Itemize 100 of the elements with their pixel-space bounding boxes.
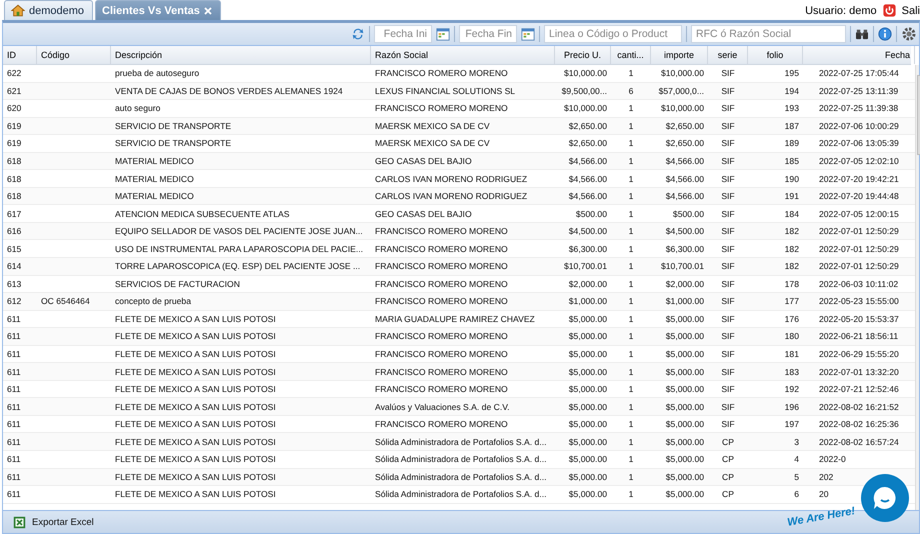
date-cell: 2022-05-20 15:53:37 <box>819 314 899 324</box>
column-header[interactable]: Fecha <box>803 46 915 64</box>
start-date-field[interactable]: Fecha Ini <box>374 25 432 43</box>
description-cell: ATENCION MEDICA SUBSECUENTE ATLAS <box>115 208 290 219</box>
power-icon[interactable] <box>882 4 896 17</box>
description-cell: auto seguro <box>115 103 160 114</box>
amount-cell: $2,000.00 <box>666 278 704 289</box>
amount-cell: $5,000.00 <box>666 314 704 324</box>
info-icon[interactable] <box>878 27 892 41</box>
id-cell: 615 <box>7 244 22 254</box>
quantity-cell: 1 <box>628 103 634 114</box>
folio-cell: 182 <box>784 261 799 272</box>
series-cell: SIF <box>721 349 735 360</box>
folio-cell: 181 <box>784 349 799 360</box>
export-excel-button[interactable]: Exportar Excel <box>9 514 98 530</box>
settings-icon[interactable] <box>901 26 917 42</box>
company-cell: FRANCISCO ROMERO MORENO <box>375 261 508 272</box>
price-cell: $5,000.00 <box>568 331 607 342</box>
column-header[interactable]: ID <box>3 46 37 64</box>
quantity-cell: 1 <box>628 489 634 500</box>
company-cell: GEO CASAS DEL BAJIO <box>375 208 472 219</box>
price-cell: $5,000.00 <box>568 489 607 500</box>
price-cell: $2,650.00 <box>568 120 607 131</box>
folio-cell: 195 <box>784 68 799 78</box>
date-cell: 2022-06-21 18:56:11 <box>819 331 898 342</box>
company-cell: FRANCISCO ROMERO MORENO <box>375 244 508 254</box>
amount-cell: $5,000.00 <box>666 366 704 377</box>
description-cell: SERVICIO DE TRANSPORTE <box>115 120 232 131</box>
logout-link[interactable]: Sali <box>902 4 920 16</box>
series-cell: SIF <box>721 278 735 289</box>
series-cell: SIF <box>721 261 735 272</box>
price-cell: $4,566.00 <box>568 156 607 166</box>
series-cell: SIF <box>721 138 735 148</box>
quantity-cell: 1 <box>628 191 634 202</box>
date-cell: 2022-07-25 17:05:44 <box>819 68 899 78</box>
price-cell: $5,000.00 <box>568 349 607 360</box>
date-cell: 2022-07-01 12:50:29 <box>819 261 899 272</box>
series-cell: SIF <box>721 156 735 166</box>
folio-cell: 4 <box>794 454 799 464</box>
product-search-field[interactable]: Linea o Código o Product <box>544 25 682 43</box>
refresh-icon[interactable] <box>351 27 365 41</box>
folio-cell: 194 <box>784 86 799 96</box>
series-cell: SIF <box>721 174 735 184</box>
column-header[interactable]: canti... <box>611 46 651 64</box>
scrollbar[interactable] <box>915 65 919 510</box>
quantity-cell: 1 <box>628 296 634 306</box>
description-cell: prueba de autoseguro <box>115 68 200 78</box>
folio-cell: 182 <box>784 244 799 254</box>
description-cell: FLETE DE MEXICO A SAN LUIS POTOSI <box>115 454 276 464</box>
column-header[interactable]: folio <box>748 46 803 64</box>
price-cell: $5,000.00 <box>568 402 607 412</box>
amount-cell: $4,500.00 <box>666 226 704 236</box>
tab[interactable]: demodemo <box>4 0 94 20</box>
date-cell: 2022-08-02 16:21:52 <box>819 402 899 412</box>
id-cell: 611 <box>7 489 21 500</box>
binoculars-icon[interactable] <box>855 28 869 40</box>
end-date-field[interactable]: Fecha Fin <box>459 25 517 43</box>
company-cell: CARLOS IVAN MORENO RODRIGUEZ <box>375 191 528 202</box>
date-cell: 2022-06-29 15:55:20 <box>819 349 899 360</box>
price-cell: $4,566.00 <box>568 191 607 202</box>
price-cell: $4,500.00 <box>568 226 607 236</box>
quantity-cell: 1 <box>628 472 634 482</box>
price-cell: $5,000.00 <box>568 472 607 482</box>
price-cell: $10,000.00 <box>564 68 607 78</box>
house-icon <box>11 4 25 17</box>
column-header[interactable]: Descripción <box>111 46 371 64</box>
price-cell: $4,566.00 <box>568 174 607 184</box>
price-cell: $5,000.00 <box>568 419 607 430</box>
date-cell: 2022-0 <box>819 454 846 464</box>
series-cell: SIF <box>721 120 735 131</box>
amount-cell: $5,000.00 <box>666 349 704 360</box>
quantity-cell: 1 <box>628 419 634 430</box>
description-cell: FLETE DE MEXICO A SAN LUIS POTOSI <box>115 489 276 500</box>
amount-cell: $1,000.00 <box>666 296 704 306</box>
price-cell: $5,000.00 <box>568 366 607 377</box>
description-cell: FLETE DE MEXICO A SAN LUIS POTOSI <box>115 366 276 377</box>
description-cell: FLETE DE MEXICO A SAN LUIS POTOSI <box>115 402 276 412</box>
folio-cell: 6 <box>794 489 799 500</box>
description-cell: FLETE DE MEXICO A SAN LUIS POTOSI <box>115 419 276 430</box>
date-cell: 2022-08-02 16:57:24 <box>819 436 899 447</box>
quantity-cell: 1 <box>628 120 634 131</box>
id-cell: 616 <box>7 226 22 236</box>
calendar-icon[interactable] <box>521 27 535 41</box>
series-cell: SIF <box>721 191 735 202</box>
column-header[interactable]: Razón Social <box>371 46 555 64</box>
column-header[interactable]: serie <box>708 46 748 64</box>
amount-cell: $5,000.00 <box>666 419 704 430</box>
amount-cell: $5,000.00 <box>666 454 704 464</box>
calendar-icon[interactable] <box>436 27 450 41</box>
company-cell: FRANCISCO ROMERO MORENO <box>375 384 508 394</box>
company-cell: CARLOS IVAN MORENO RODRIGUEZ <box>375 174 528 184</box>
column-header[interactable]: importe <box>651 46 708 64</box>
client-search-field[interactable]: RFC ó Razón Social <box>691 25 846 43</box>
column-header[interactable]: Código <box>37 46 111 64</box>
quantity-cell: 6 <box>628 86 634 96</box>
close-icon[interactable] <box>204 6 212 14</box>
folio-cell: 176 <box>784 314 799 324</box>
folio-cell: 177 <box>784 296 799 306</box>
series-cell: SIF <box>721 402 735 412</box>
column-header[interactable]: Precio U. <box>555 46 611 64</box>
